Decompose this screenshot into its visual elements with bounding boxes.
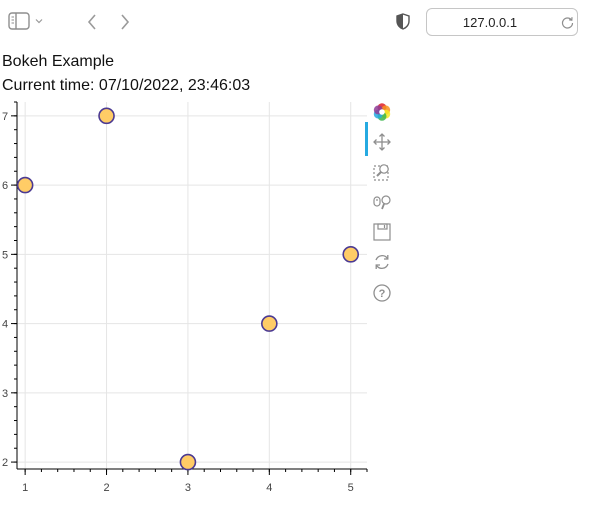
x-tick-label: 3 [185,482,191,494]
y-tick-label: 4 [2,319,8,331]
wheel-zoom-icon[interactable] [372,192,392,212]
save-icon[interactable] [372,222,392,242]
scatter-point[interactable] [261,315,278,332]
address-bar[interactable]: 127.0.0.1 [426,8,578,36]
page-heading: Bokeh Example [2,53,115,70]
forward-icon[interactable] [119,13,131,31]
bokeh-logo-icon[interactable] [372,102,392,122]
reset-icon[interactable] [372,252,392,272]
scatter-point[interactable] [179,453,197,471]
x-tick-label: 2 [103,482,109,494]
y-tick-label: 3 [2,388,8,400]
x-tick-label: 1 [22,482,28,494]
current-time-text: Current time: 07/10/2022, 23:46:03 [2,77,251,94]
y-tick-label: 7 [2,111,8,123]
y-tick-label: 5 [2,249,8,261]
scatter-point[interactable] [16,176,34,194]
active-tool-indicator [365,122,368,156]
svg-text:?: ? [379,288,386,300]
chevron-down-icon[interactable] [35,17,43,25]
pan-icon[interactable] [372,132,392,152]
sidebar-toggle-icon[interactable] [8,12,30,30]
privacy-shield-icon[interactable] [396,13,410,30]
axes: 1 2 3 4 5 2 3 4 5 6 7 [2,101,368,494]
reload-icon[interactable] [561,16,574,29]
browser-toolbar: 127.0.0.1 [0,0,590,44]
scatter-point[interactable] [98,107,115,125]
x-tick-label: 5 [348,482,354,494]
url-text: 127.0.0.1 [462,15,518,30]
scatter-point[interactable] [342,246,360,263]
grid [17,102,367,469]
back-icon[interactable] [86,13,98,31]
help-icon[interactable]: ? [372,283,392,303]
y-tick-label: 6 [2,180,8,192]
scatter-plot[interactable]: 1 2 3 4 5 2 3 4 5 6 7 [0,100,370,500]
box-zoom-icon[interactable] [372,162,392,182]
x-tick-label: 4 [266,482,272,494]
y-tick-label: 2 [2,457,8,469]
